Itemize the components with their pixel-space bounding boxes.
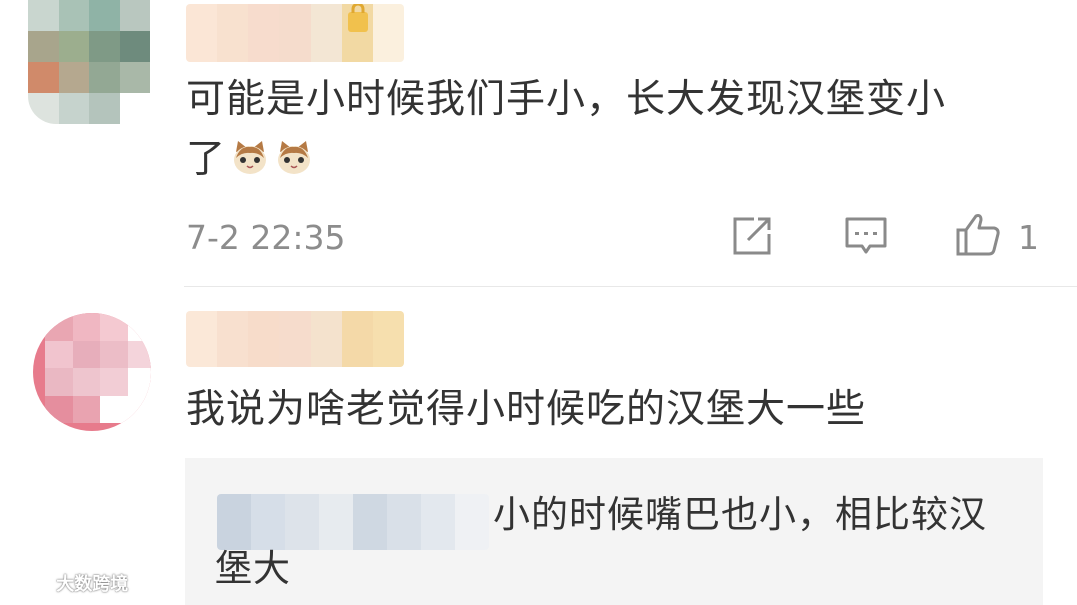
reply-preview[interactable]: 小的时候嘴巴也小，相比较汉 堡大 — [185, 458, 1043, 605]
comment-icon[interactable] — [843, 214, 889, 258]
watermark-text: 大数跨境 — [56, 574, 129, 595]
username[interactable] — [186, 4, 404, 62]
avatar[interactable] — [33, 313, 151, 431]
comment-timestamp: 7-2 22:35 — [186, 218, 346, 257]
cat-face-icon — [234, 141, 267, 174]
watermark: 大数跨境 — [6, 570, 128, 596]
comment-text-line: 了 — [186, 130, 1066, 190]
cat-face-icon — [278, 141, 311, 174]
username[interactable] — [186, 311, 404, 367]
comment-text-line: 可能是小时候我们手小，长大发现汉堡变小 — [186, 77, 947, 122]
vip-badge-icon — [348, 4, 368, 32]
avatar[interactable] — [28, 0, 150, 124]
share-icon[interactable] — [730, 214, 774, 258]
comment-text: 我说为啥老觉得小时候吃的汉堡大一些 — [186, 387, 867, 432]
divider — [184, 286, 1077, 287]
watermark-logo-icon — [6, 573, 49, 593]
like-count: 1 — [1018, 218, 1039, 257]
reply-text-line: 堡大 — [215, 547, 291, 590]
comment-text: 可能是小时候我们手小，长大发现汉堡变小 了 — [186, 70, 1066, 190]
reply-text: 小的时候嘴巴也小，相比较汉 堡大 — [215, 488, 1015, 596]
thumbs-up-icon[interactable] — [954, 210, 1002, 258]
reply-text-line: 小的时候嘴巴也小，相比较汉 — [493, 493, 987, 536]
comment-text-line-end: 了 — [186, 137, 227, 182]
